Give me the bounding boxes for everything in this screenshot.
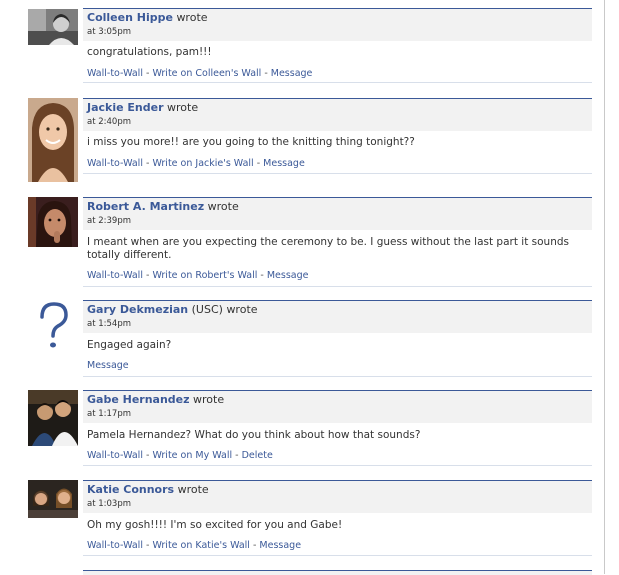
author-link[interactable]: Gary Dekmezian xyxy=(87,303,188,316)
delete-link[interactable]: Delete xyxy=(242,450,273,461)
post-header: Katie Connors wrote at 1:03pm xyxy=(83,480,592,513)
write-on-wall-link[interactable]: Write on My Wall xyxy=(152,450,232,461)
wrote-label: wrote xyxy=(207,200,239,213)
wall-to-wall-link[interactable]: Wall-to-Wall xyxy=(87,68,143,79)
post-divider xyxy=(83,286,592,287)
message-link[interactable]: Message xyxy=(263,158,305,169)
message-link[interactable]: Message xyxy=(271,68,313,79)
avatar[interactable] xyxy=(28,9,78,45)
message-link[interactable]: Message xyxy=(259,540,301,551)
post-header xyxy=(83,570,592,575)
avatar-photo xyxy=(28,390,78,446)
post-divider xyxy=(83,555,592,556)
avatar[interactable] xyxy=(28,480,78,518)
author-link[interactable]: Robert A. Martinez xyxy=(87,200,204,213)
post-header: Jackie Ender wrote at 2:40pm xyxy=(83,98,592,131)
author-link[interactable]: Colleen Hippe xyxy=(87,11,173,24)
write-on-wall-link[interactable]: Write on Jackie's Wall xyxy=(152,158,253,169)
post-header: Gary Dekmezian (USC) wrote at 1:54pm xyxy=(83,300,592,333)
author-affiliation: (USC) xyxy=(188,303,223,316)
avatar-photo xyxy=(28,197,78,247)
avatar[interactable] xyxy=(28,300,78,350)
post-header: Robert A. Martinez wrote at 2:39pm xyxy=(83,197,592,230)
wrote-label: wrote xyxy=(226,303,258,316)
avatar-photo xyxy=(28,98,78,182)
post-message: I meant when are you expecting the cerem… xyxy=(87,236,570,261)
post-divider xyxy=(83,465,592,466)
wall-to-wall-link[interactable]: Wall-to-Wall xyxy=(87,270,143,281)
wall-to-wall-link[interactable]: Wall-to-Wall xyxy=(87,540,143,551)
post-actions: Wall-to-Wall - Write on Jackie's Wall - … xyxy=(87,158,305,169)
post-message: Engaged again? xyxy=(87,339,172,351)
post-time: at 1:17pm xyxy=(87,409,132,419)
post-message: Oh my gosh!!!! I'm so excited for you an… xyxy=(87,519,343,531)
post-time: at 2:40pm xyxy=(87,117,132,127)
message-link[interactable]: Message xyxy=(267,270,309,281)
post-header: Gabe Hernandez wrote at 1:17pm xyxy=(83,390,592,423)
avatar[interactable] xyxy=(28,390,78,446)
author-link[interactable]: Katie Connors xyxy=(87,483,174,496)
post-actions: Wall-to-Wall - Write on Colleen's Wall -… xyxy=(87,68,313,79)
post-time: at 2:39pm xyxy=(87,216,132,226)
wall-frame-border xyxy=(604,0,605,574)
post-time: at 1:54pm xyxy=(87,319,132,329)
post-time: at 1:03pm xyxy=(87,499,132,509)
post-message: Pamela Hernandez? What do you think abou… xyxy=(87,429,421,441)
wall-to-wall-link[interactable]: Wall-to-Wall xyxy=(87,158,143,169)
avatar[interactable] xyxy=(28,197,78,247)
post-actions: Message xyxy=(87,360,129,371)
avatar[interactable] xyxy=(28,98,78,182)
post-actions: Wall-to-Wall - Write on Katie's Wall - M… xyxy=(87,540,302,551)
avatar-photo xyxy=(28,9,78,45)
write-on-wall-link[interactable]: Write on Colleen's Wall xyxy=(152,68,261,79)
question-mark-icon xyxy=(28,300,78,350)
message-link[interactable]: Message xyxy=(87,360,129,371)
post-divider xyxy=(83,173,592,174)
post-divider xyxy=(83,376,592,377)
post-time: at 3:05pm xyxy=(87,27,132,37)
post-actions: Wall-to-Wall - Write on My Wall - Delete xyxy=(87,450,273,461)
post-message: congratulations, pam!!! xyxy=(87,46,212,58)
write-on-wall-link[interactable]: Write on Katie's Wall xyxy=(152,540,250,551)
post-message: i miss you more!! are you going to the k… xyxy=(87,136,415,148)
post-actions: Wall-to-Wall - Write on Robert's Wall - … xyxy=(87,270,309,281)
avatar-photo xyxy=(28,480,78,518)
wrote-label: wrote xyxy=(167,101,199,114)
post-divider xyxy=(83,82,592,83)
author-link[interactable]: Gabe Hernandez xyxy=(87,393,190,406)
wall-to-wall-link[interactable]: Wall-to-Wall xyxy=(87,450,143,461)
wrote-label: wrote xyxy=(193,393,225,406)
write-on-wall-link[interactable]: Write on Robert's Wall xyxy=(152,270,257,281)
author-link[interactable]: Jackie Ender xyxy=(87,101,164,114)
wrote-label: wrote xyxy=(177,483,209,496)
post-header: Colleen Hippe wrote at 3:05pm xyxy=(83,8,592,41)
wrote-label: wrote xyxy=(176,11,208,24)
